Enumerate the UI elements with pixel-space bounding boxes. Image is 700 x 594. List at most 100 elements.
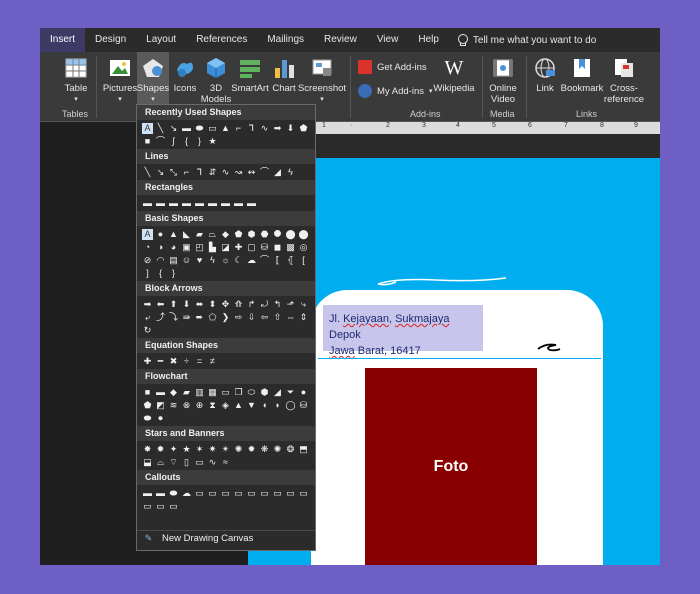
wave-shape-icon[interactable]: ∿: [207, 457, 218, 468]
octagon-shape-icon[interactable]: ⯃: [272, 229, 283, 240]
flowchart-stored-data-icon[interactable]: ◖: [259, 400, 270, 411]
rounded-rectangular-callout-shape-icon[interactable]: ▬: [155, 488, 166, 499]
up-down-arrow-shape-icon[interactable]: ⬍: [207, 299, 218, 310]
striped-right-arrow-shape-icon[interactable]: ⇛: [181, 312, 192, 323]
line-shape-icon[interactable]: ╲: [155, 123, 166, 134]
l-shape-icon[interactable]: ▙: [207, 242, 218, 253]
down-arrow-callout-shape-icon[interactable]: ⇩: [246, 312, 257, 323]
shapes-button[interactable]: Shapes ▾: [137, 52, 169, 110]
flowchart-alternate-process-icon[interactable]: ▬: [155, 387, 166, 398]
star-4-point-shape-icon[interactable]: ✦: [168, 444, 179, 455]
pentagon-shape-icon[interactable]: ⬟: [298, 123, 309, 134]
online-video-button[interactable]: Online Video: [486, 52, 520, 110]
curved-left-arrow-shape-icon[interactable]: ⤶: [142, 312, 153, 323]
equal-shape-icon[interactable]: =: [194, 356, 205, 367]
flowchart-offpage-connector-icon[interactable]: ⬟: [142, 400, 153, 411]
circular-arrow-shape-icon[interactable]: ↻: [142, 325, 153, 336]
curved-up-arrow-shape-icon[interactable]: ⤴: [155, 312, 166, 323]
right-arrow-callout-shape-icon[interactable]: ⇨: [233, 312, 244, 323]
bent-up-arrow-shape-icon[interactable]: ⬏: [285, 299, 296, 310]
flowchart-delay-icon[interactable]: ◗: [272, 400, 283, 411]
line-callout-1-shape-icon[interactable]: ▭: [194, 488, 205, 499]
flowchart-process-icon[interactable]: ■: [142, 387, 153, 398]
down-arrow-shape-icon[interactable]: ⬇: [181, 299, 192, 310]
curved-ribbon-up-shape-icon[interactable]: ⌓: [155, 457, 166, 468]
division-shape-icon[interactable]: ÷: [181, 356, 192, 367]
trapezoid-shape-icon[interactable]: ⏢: [207, 229, 218, 240]
line-callout-2-shape-icon[interactable]: ▭: [207, 488, 218, 499]
left-right-up-arrow-shape-icon[interactable]: ⟰: [233, 299, 244, 310]
rectangular-callout-shape-icon[interactable]: ▬: [142, 488, 153, 499]
bent-arrow-shape-icon[interactable]: ↱: [246, 299, 257, 310]
icons-button[interactable]: Icons: [171, 52, 199, 110]
teardrop-shape-icon[interactable]: ◕: [168, 242, 179, 253]
smiley-face-shape-icon[interactable]: ☺: [181, 255, 192, 266]
oval-callout-shape-icon[interactable]: ⬬: [168, 488, 179, 499]
star-7-point-shape-icon[interactable]: ✷: [207, 444, 218, 455]
star-32-point-shape-icon[interactable]: ❂: [285, 444, 296, 455]
arc-shape-icon[interactable]: ⌒: [259, 255, 270, 266]
round-diagonal-rectangle-shape-icon[interactable]: ▬: [246, 198, 257, 209]
address-textbox[interactable]: Jl. Kejayaan, Sukmajaya Depok Jawa Barat…: [323, 305, 483, 357]
double-wave-shape-icon[interactable]: ≈: [220, 457, 231, 468]
flowchart-magnetic-disk-icon[interactable]: ⛁: [298, 400, 309, 411]
arrow-line-shape-icon[interactable]: ↘: [155, 167, 166, 178]
diamond-shape-icon[interactable]: ◆: [220, 229, 231, 240]
curve-shape-icon[interactable]: ⌒: [155, 136, 166, 147]
scribble-shape-icon[interactable]: ϟ: [285, 167, 296, 178]
cloud-shape-icon[interactable]: ☁: [246, 255, 257, 266]
tab-references[interactable]: References: [186, 28, 257, 52]
line-callout-no-border-1-shape-icon[interactable]: ▭: [272, 488, 283, 499]
horizontal-ruler[interactable]: 1 · 2 3 4 5 6 7 8 9: [316, 122, 660, 134]
line-callout-no-border-3-shape-icon[interactable]: ▭: [298, 488, 309, 499]
snip-diagonal-rectangle-shape-icon[interactable]: ▬: [194, 198, 205, 209]
snip-round-rectangle-shape-icon[interactable]: ▬: [207, 198, 218, 209]
half-frame-shape-icon[interactable]: ◰: [194, 242, 205, 253]
flowchart-manual-operation-icon[interactable]: ⏷: [285, 387, 296, 398]
star-24-point-shape-icon[interactable]: ✺: [272, 444, 283, 455]
double-bracket-shape-icon[interactable]: ⟦: [272, 255, 283, 266]
flowchart-collate-icon[interactable]: ⧗: [207, 400, 218, 411]
down-arrow-shape-icon[interactable]: ⬇: [285, 123, 296, 134]
cross-reference-button[interactable]: Cross- reference: [602, 52, 646, 110]
double-brace-shape-icon[interactable]: ⦃: [285, 255, 296, 266]
curved-double-arrow-connector-icon[interactable]: ↭: [246, 167, 257, 178]
tab-design[interactable]: Design: [85, 28, 136, 52]
line-callout-border-accent-3-shape-icon[interactable]: ▭: [168, 501, 179, 512]
pie-shape-icon[interactable]: ◔: [142, 242, 153, 253]
line-callout-accent-3-shape-icon[interactable]: ▭: [259, 488, 270, 499]
flowchart-decision-icon[interactable]: ◆: [168, 387, 179, 398]
elbow-arrow-connector-icon[interactable]: ⅂: [194, 167, 205, 178]
donut-shape-icon[interactable]: ◎: [298, 242, 309, 253]
3d-models-button[interactable]: 3D Models: [200, 52, 232, 110]
left-arrow-callout-shape-icon[interactable]: ⇦: [259, 312, 270, 323]
pictures-button[interactable]: Pictures ▾: [102, 52, 138, 110]
elbow-arrow-connector-icon[interactable]: ⅂: [246, 123, 257, 134]
parallelogram-shape-icon[interactable]: ▰: [194, 229, 205, 240]
star-5-point-shape-icon[interactable]: ★: [181, 444, 192, 455]
explosion-1-shape-icon[interactable]: ✸: [142, 444, 153, 455]
rounded-rectangle-shape-icon[interactable]: ▬: [155, 198, 166, 209]
triangle-shape-icon[interactable]: ▲: [168, 229, 179, 240]
tab-insert[interactable]: Insert: [40, 28, 86, 52]
curve-shape-icon[interactable]: ⌒: [259, 167, 270, 178]
cross-shape-icon[interactable]: ✚: [233, 242, 244, 253]
block-arc-shape-icon[interactable]: ◠: [155, 255, 166, 266]
get-addins-button[interactable]: Get Add-ins: [358, 60, 427, 74]
line-callout-accent-2-shape-icon[interactable]: ▭: [246, 488, 257, 499]
right-arrow-shape-icon[interactable]: ➡: [142, 299, 153, 310]
star-16-point-shape-icon[interactable]: ❋: [259, 444, 270, 455]
line-callout-border-accent-1-shape-icon[interactable]: ▭: [142, 501, 153, 512]
not-equal-shape-icon[interactable]: ≠: [207, 356, 218, 367]
freeform-shape-icon[interactable]: ◢: [272, 167, 283, 178]
flowchart-extract-icon[interactable]: ▲: [233, 400, 244, 411]
plaque-shape-icon[interactable]: ▢: [246, 242, 257, 253]
star-10-point-shape-icon[interactable]: ✺: [233, 444, 244, 455]
heart-shape-icon[interactable]: ♥: [194, 255, 205, 266]
rectangle-shape-icon[interactable]: ▬: [142, 198, 153, 209]
tab-view[interactable]: View: [367, 28, 409, 52]
hexagon-shape-icon[interactable]: ⬢: [246, 229, 257, 240]
minus-shape-icon[interactable]: ━: [155, 356, 166, 367]
line-callout-3-shape-icon[interactable]: ▭: [220, 488, 231, 499]
tab-help[interactable]: Help: [408, 28, 449, 52]
